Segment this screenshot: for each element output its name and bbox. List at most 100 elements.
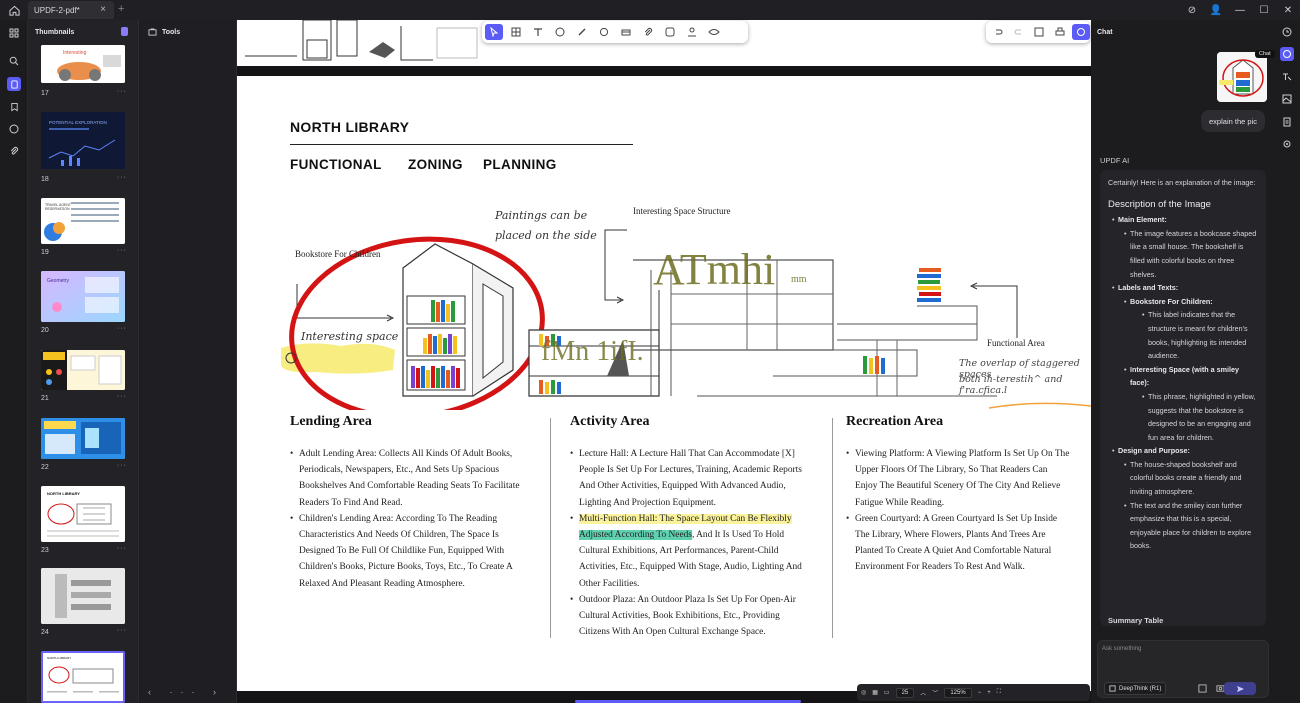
page-number: 22 bbox=[41, 464, 49, 471]
svg-text:POTENTIAL EXPLORATION: POTENTIAL EXPLORATION bbox=[49, 120, 107, 125]
left-rail bbox=[0, 20, 28, 703]
more-icon[interactable]: ··· bbox=[117, 627, 127, 634]
document-viewer[interactable] bbox=[237, 20, 1091, 703]
list-item: The image features a bookcase shaped lik… bbox=[1108, 227, 1258, 281]
shape-tool-icon[interactable] bbox=[595, 24, 613, 40]
page-number-input[interactable]: 25 bbox=[895, 687, 915, 698]
page-content bbox=[247, 86, 1081, 687]
more-icon[interactable]: ··· bbox=[117, 393, 127, 400]
comment-tool-icon[interactable] bbox=[551, 24, 569, 40]
chat-input[interactable]: Ask something DeepThink (R1) bbox=[1097, 640, 1269, 698]
list-item: Interesting Space (with a smiley face): bbox=[1108, 363, 1258, 390]
zoom-level[interactable]: 125% bbox=[944, 687, 972, 698]
send-button[interactable] bbox=[1224, 682, 1256, 695]
layout-icon[interactable]: ▦ bbox=[872, 689, 878, 696]
tools-header[interactable]: Tools bbox=[140, 20, 236, 44]
select-tool-icon[interactable] bbox=[485, 24, 503, 40]
more-icon[interactable]: ··· bbox=[117, 545, 127, 552]
chat-title: Chat bbox=[1097, 28, 1113, 36]
tools-panel: Tools ‹ ··· › bbox=[140, 20, 237, 703]
page-number: 19 bbox=[41, 249, 49, 256]
feedback-icon[interactable]: ⊘ bbox=[1180, 5, 1204, 16]
close-tab-icon[interactable]: × bbox=[100, 4, 106, 15]
toolbox-icon bbox=[148, 28, 157, 36]
more-icon[interactable]: ··· bbox=[117, 174, 127, 181]
page-thumbnail-17[interactable]: Interesting bbox=[41, 45, 125, 83]
list-item: Labels and Texts: bbox=[1108, 281, 1258, 295]
tools-title: Tools bbox=[162, 28, 181, 36]
more-icon[interactable]: ··· bbox=[117, 88, 127, 95]
minimize-button[interactable]: — bbox=[1228, 5, 1252, 16]
undo-icon[interactable] bbox=[989, 24, 1007, 40]
document-page bbox=[237, 76, 1091, 691]
page-navigation-bar: ◎ ▦ ▭ 25 ︿ ﹀ 125% − + ⛶ bbox=[857, 684, 1090, 701]
print-icon[interactable] bbox=[1051, 24, 1069, 40]
page-thumbnail-23[interactable]: NORTH LIBRARY bbox=[41, 486, 125, 542]
page-thumbnail-21[interactable] bbox=[41, 350, 125, 390]
notes-icon[interactable] bbox=[1280, 115, 1294, 129]
save-icon[interactable] bbox=[1031, 24, 1049, 40]
attachment-icon[interactable] bbox=[7, 144, 21, 158]
presentation-icon[interactable]: ▭ bbox=[884, 689, 890, 696]
search-icon[interactable] bbox=[7, 54, 21, 68]
settings-icon[interactable] bbox=[1280, 137, 1294, 151]
send-icon bbox=[1236, 685, 1244, 692]
list-item: Main Element: bbox=[1108, 213, 1258, 227]
text-tool-icon[interactable] bbox=[529, 24, 547, 40]
ai-intro: Certainly! Here is an explanation of the… bbox=[1108, 178, 1256, 187]
fit-width-icon[interactable]: ⛶ bbox=[997, 689, 1001, 696]
pin-icon[interactable] bbox=[121, 27, 128, 36]
image-upload-icon[interactable] bbox=[1198, 684, 1207, 693]
maximize-button[interactable]: ☐ bbox=[1252, 5, 1276, 16]
bookmark-icon[interactable] bbox=[7, 100, 21, 114]
more-icon[interactable]: ··· bbox=[117, 462, 127, 469]
ai-response: Certainly! Here is an explanation of the… bbox=[1100, 170, 1266, 626]
title-bar: UPDF-2-pdf* × + ⊘ 👤 — ☐ ✕ bbox=[0, 0, 1300, 20]
document-tab[interactable]: UPDF-2-pdf* × bbox=[28, 1, 114, 19]
home-icon[interactable] bbox=[0, 0, 28, 20]
close-window-button[interactable]: ✕ bbox=[1276, 5, 1300, 16]
chat-icon[interactable] bbox=[1280, 47, 1294, 61]
account-icon[interactable]: 👤 bbox=[1204, 5, 1228, 16]
previous-page-icon[interactable]: ︿ bbox=[920, 688, 926, 697]
page-number: 23 bbox=[41, 547, 49, 554]
deepthink-icon bbox=[1109, 685, 1116, 692]
next-page-icon[interactable]: ﹀ bbox=[932, 688, 938, 697]
model-selector[interactable]: DeepThink (R1) bbox=[1104, 682, 1167, 695]
hide-annotations-icon[interactable] bbox=[705, 24, 723, 40]
image-chat-icon[interactable] bbox=[1280, 92, 1294, 106]
translate-icon[interactable] bbox=[1280, 70, 1294, 84]
window-controls: ⊘ 👤 — ☐ ✕ bbox=[1180, 0, 1300, 20]
redo-icon[interactable] bbox=[1010, 24, 1028, 40]
zoom-in-icon[interactable]: + bbox=[987, 690, 991, 696]
list-item: Design and Purpose: bbox=[1108, 444, 1258, 458]
more-icon[interactable]: ··· bbox=[117, 325, 127, 332]
more-icon[interactable]: ··· bbox=[117, 247, 127, 254]
page-thumbnail-19[interactable]: TRAVEL AGENT RESERVATION bbox=[41, 198, 125, 244]
svg-text:NORTH LIBRARY: NORTH LIBRARY bbox=[47, 656, 71, 660]
attach-tool-icon[interactable] bbox=[639, 24, 657, 40]
page-thumbnail-22[interactable] bbox=[41, 418, 125, 459]
apps-grid-icon[interactable] bbox=[7, 26, 21, 40]
attached-image[interactable] bbox=[1217, 52, 1267, 102]
ai-assistant-icon[interactable] bbox=[1072, 24, 1090, 40]
zoom-out-icon[interactable]: − bbox=[978, 690, 982, 696]
list-item: This phrase, highlighted in yellow, sugg… bbox=[1108, 390, 1258, 444]
pen-tool-icon[interactable] bbox=[573, 24, 591, 40]
chat-header: Chat bbox=[1091, 20, 1274, 44]
page-thumbnail-current[interactable]: NORTH LIBRARY bbox=[41, 651, 125, 703]
list-item: Bookstore For Children: bbox=[1108, 295, 1258, 309]
stamp-tool-icon[interactable] bbox=[617, 24, 635, 40]
fit-page-icon[interactable]: ◎ bbox=[861, 689, 866, 696]
sticker-tool-icon[interactable] bbox=[661, 24, 679, 40]
page-thumbnail-24[interactable] bbox=[41, 568, 125, 624]
page-thumbnail-20[interactable]: Geometry bbox=[41, 271, 125, 322]
tools-pager[interactable]: ‹ ··· › bbox=[148, 687, 224, 697]
page-thumbnail-18[interactable]: POTENTIAL EXPLORATION bbox=[41, 112, 125, 169]
comment-icon[interactable] bbox=[7, 122, 21, 136]
history-icon[interactable] bbox=[1280, 25, 1294, 39]
thumbnails-icon[interactable] bbox=[7, 77, 21, 91]
area-select-icon[interactable] bbox=[507, 24, 525, 40]
new-tab-button[interactable]: + bbox=[118, 3, 124, 15]
signature-tool-icon[interactable] bbox=[683, 24, 701, 40]
